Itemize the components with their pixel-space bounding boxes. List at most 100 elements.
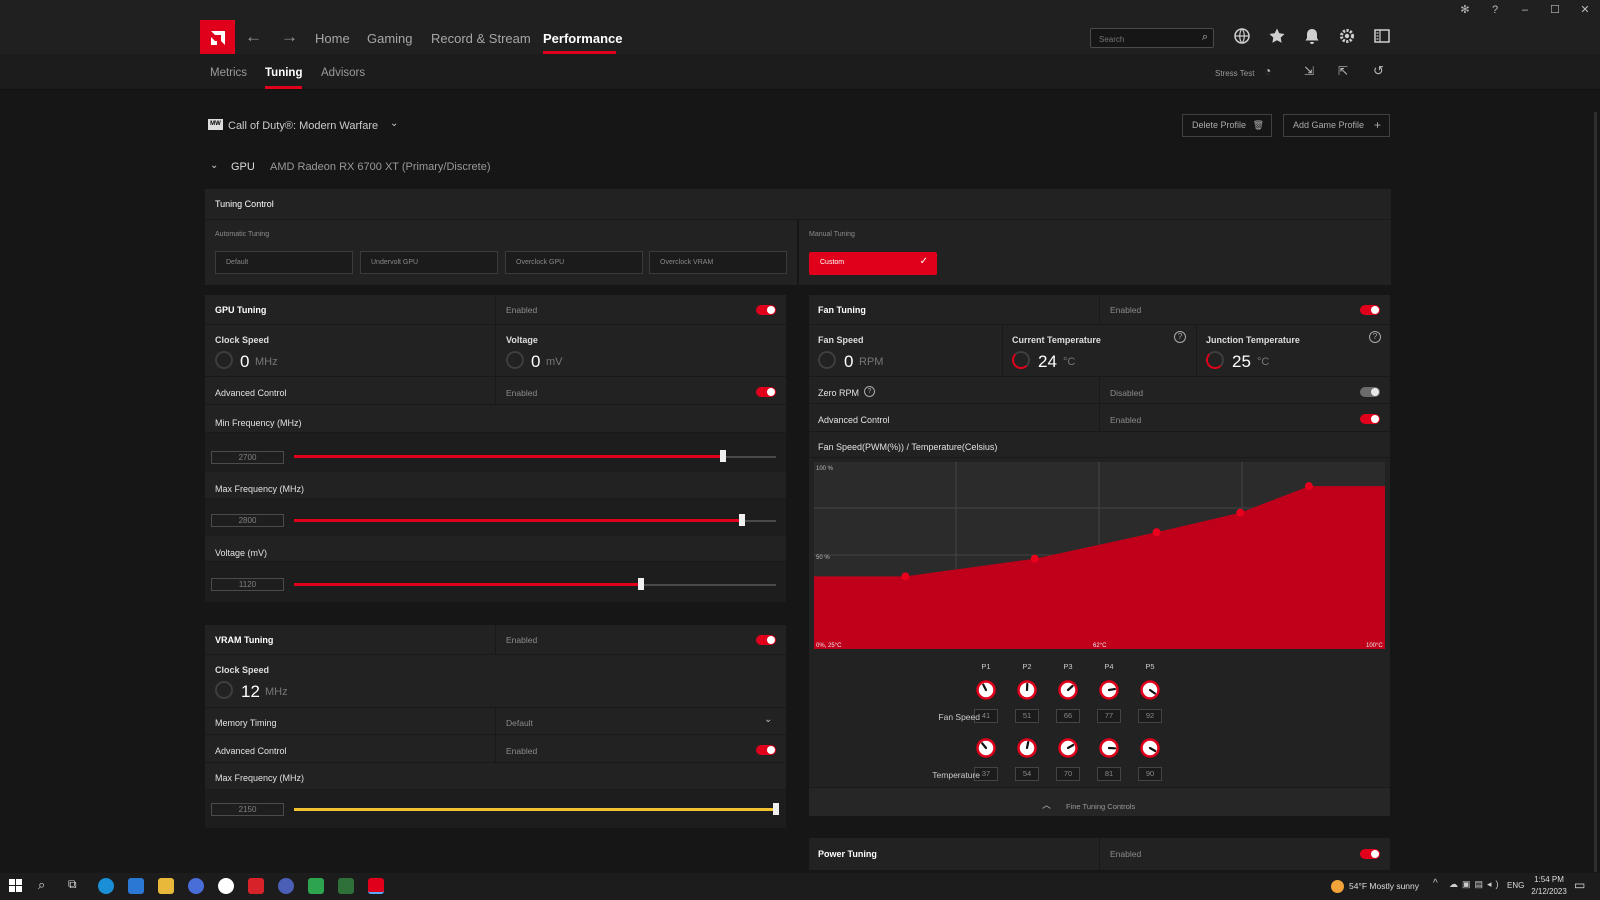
app-icon-blue[interactable] — [128, 878, 144, 894]
tab-metrics[interactable]: Metrics — [210, 67, 247, 79]
min-frequency-input[interactable]: 2700 — [211, 451, 284, 464]
temperature-knob-p1[interactable] — [976, 738, 996, 758]
gear-icon[interactable] — [1338, 27, 1356, 45]
back-arrow-icon[interactable]: ← — [245, 27, 262, 47]
current-temp-help-icon[interactable]: ? — [1174, 331, 1186, 343]
max-frequency-input[interactable]: 2800 — [211, 514, 284, 527]
sidebar-panel-icon[interactable] — [1373, 27, 1391, 45]
app-icon-red[interactable] — [248, 878, 264, 894]
preset-undervolt-gpu-button[interactable]: Undervolt GPU — [360, 251, 498, 274]
preset-default-button[interactable]: Default — [215, 251, 353, 274]
fan-curve-point-p1[interactable] — [901, 572, 910, 581]
temperature-knob-p3[interactable] — [1058, 738, 1078, 758]
fan-curve-point-p5[interactable] — [1304, 482, 1313, 491]
min-frequency-thumb[interactable] — [719, 450, 726, 462]
scrollbar[interactable] — [1594, 112, 1597, 872]
export-icon[interactable]: ⇱ — [1338, 64, 1348, 78]
app-icon-green[interactable] — [308, 878, 324, 894]
temperature-input-p3[interactable]: 70 — [1056, 767, 1080, 781]
taskbar-search-icon[interactable]: ⌕ — [38, 877, 45, 893]
chevron-down-icon[interactable]: ⌄ — [390, 118, 398, 129]
search-box[interactable]: ⌕ — [1090, 28, 1214, 49]
help-icon[interactable]: ? — [1487, 2, 1503, 18]
maximize-button[interactable]: ☐ — [1547, 2, 1563, 18]
notifications-icon[interactable]: ▭ — [1574, 878, 1585, 892]
nav-record-stream[interactable]: Record & Stream — [431, 31, 531, 46]
game-profile-select[interactable]: Call of Duty®: Modern Warfare — [228, 120, 378, 132]
app-icon-circle[interactable] — [278, 878, 294, 894]
task-view-icon[interactable]: ⧉ — [68, 877, 77, 892]
bug-icon[interactable]: ✻ — [1457, 2, 1473, 18]
amd-software-taskbar-icon[interactable] — [368, 878, 384, 894]
fan-speed-knob-p1[interactable] — [976, 680, 996, 700]
fan-curve-point-p3[interactable] — [1152, 528, 1161, 537]
fan-advanced-control-toggle[interactable] — [1360, 414, 1380, 424]
minimize-button[interactable]: – — [1517, 2, 1533, 18]
fan-speed-knob-p4[interactable] — [1099, 680, 1119, 700]
fan-curve-chart[interactable]: 100 % 50 % 0%, 25°C 62°C 100°C — [814, 462, 1385, 649]
bell-icon[interactable] — [1303, 27, 1321, 45]
chrome-icon[interactable] — [188, 878, 204, 894]
fan-speed-input-p4[interactable]: 77 — [1097, 709, 1121, 723]
app-icon-excel[interactable] — [338, 878, 354, 894]
memory-timing-chevron-icon[interactable]: ⌄ — [764, 714, 772, 725]
max-frequency-thumb[interactable] — [739, 514, 746, 526]
power-tuning-toggle[interactable] — [1360, 849, 1380, 859]
fan-speed-knob-p3[interactable] — [1058, 680, 1078, 700]
memory-timing-select[interactable]: Default — [506, 718, 533, 728]
preset-overclock-gpu-button[interactable]: Overclock GPU — [505, 251, 643, 274]
forward-arrow-icon[interactable]: → — [281, 27, 298, 47]
nav-performance[interactable]: Performance — [543, 31, 622, 46]
edge-browser-icon[interactable] — [98, 878, 114, 894]
fan-curve-point-p2[interactable] — [1030, 554, 1039, 563]
gpu-tuning-toggle[interactable] — [756, 305, 776, 315]
system-tray-icons[interactable]: ☁▣▤◂) — [1449, 879, 1503, 890]
collapse-chevron-icon[interactable]: ⌄ — [210, 160, 218, 171]
zero-rpm-toggle[interactable] — [1360, 387, 1380, 397]
star-icon[interactable] — [1268, 27, 1286, 45]
temperature-input-p4[interactable]: 81 — [1097, 767, 1121, 781]
tab-tuning[interactable]: Tuning — [265, 67, 302, 79]
zero-rpm-help-icon[interactable]: ? — [864, 386, 875, 397]
language-indicator[interactable]: ENG — [1507, 881, 1524, 890]
import-icon[interactable]: ⇲ — [1304, 64, 1314, 78]
fine-tuning-chevron-up-icon[interactable]: ︿ — [1042, 798, 1051, 811]
voltage-input[interactable]: 1120 — [211, 578, 284, 591]
windows-start-icon[interactable] — [9, 879, 23, 893]
file-explorer-icon[interactable] — [158, 878, 174, 894]
add-game-profile-button[interactable]: Add Game Profile + — [1283, 114, 1390, 137]
amd-logo[interactable] — [200, 20, 235, 55]
voltage-thumb[interactable] — [638, 578, 645, 590]
nav-gaming[interactable]: Gaming — [367, 31, 413, 46]
reset-icon[interactable]: ↺ — [1373, 63, 1384, 79]
vram-advanced-control-toggle[interactable] — [756, 745, 776, 755]
stress-test-label[interactable]: Stress Test — [1215, 69, 1254, 78]
system-tray-chevron-icon[interactable]: ^ — [1433, 878, 1438, 889]
fan-curve-point-p4[interactable] — [1236, 508, 1245, 517]
app-icon-white[interactable] — [218, 878, 234, 894]
gpu-advanced-control-toggle[interactable] — [756, 387, 776, 397]
weather-text[interactable]: 54°F Mostly sunny — [1349, 881, 1419, 891]
temperature-input-p2[interactable]: 54 — [1015, 767, 1039, 781]
fan-speed-input-p2[interactable]: 51 — [1015, 709, 1039, 723]
fan-speed-knob-p5[interactable] — [1140, 680, 1160, 700]
search-icon[interactable]: ⌕ — [1202, 31, 1208, 44]
delete-profile-button[interactable]: Delete Profile 🗑 — [1182, 114, 1272, 137]
fan-speed-knob-p2[interactable] — [1017, 680, 1037, 700]
preset-overclock-vram-button[interactable]: Overclock VRAM — [649, 251, 787, 274]
fine-tuning-controls-toggle[interactable]: Fine Tuning Controls — [1066, 802, 1135, 811]
custom-tuning-button[interactable]: Custom ✓ — [809, 252, 937, 275]
temperature-input-p5[interactable]: 90 — [1138, 767, 1162, 781]
temperature-knob-p2[interactable] — [1017, 738, 1037, 758]
vram-tuning-toggle[interactable] — [756, 635, 776, 645]
temperature-knob-p4[interactable] — [1099, 738, 1119, 758]
vram-max-frequency-thumb[interactable] — [773, 803, 779, 815]
clock-time[interactable]: 1:54 PM — [1534, 875, 1564, 884]
close-button[interactable]: ✕ — [1577, 2, 1593, 18]
fan-speed-input-p3[interactable]: 66 — [1056, 709, 1080, 723]
vram-max-frequency-input[interactable]: 2150 — [211, 803, 284, 816]
tab-advisors[interactable]: Advisors — [321, 67, 365, 79]
globe-icon[interactable] — [1233, 27, 1251, 45]
junction-temp-help-icon[interactable]: ? — [1369, 331, 1381, 343]
temperature-knob-p5[interactable] — [1140, 738, 1160, 758]
